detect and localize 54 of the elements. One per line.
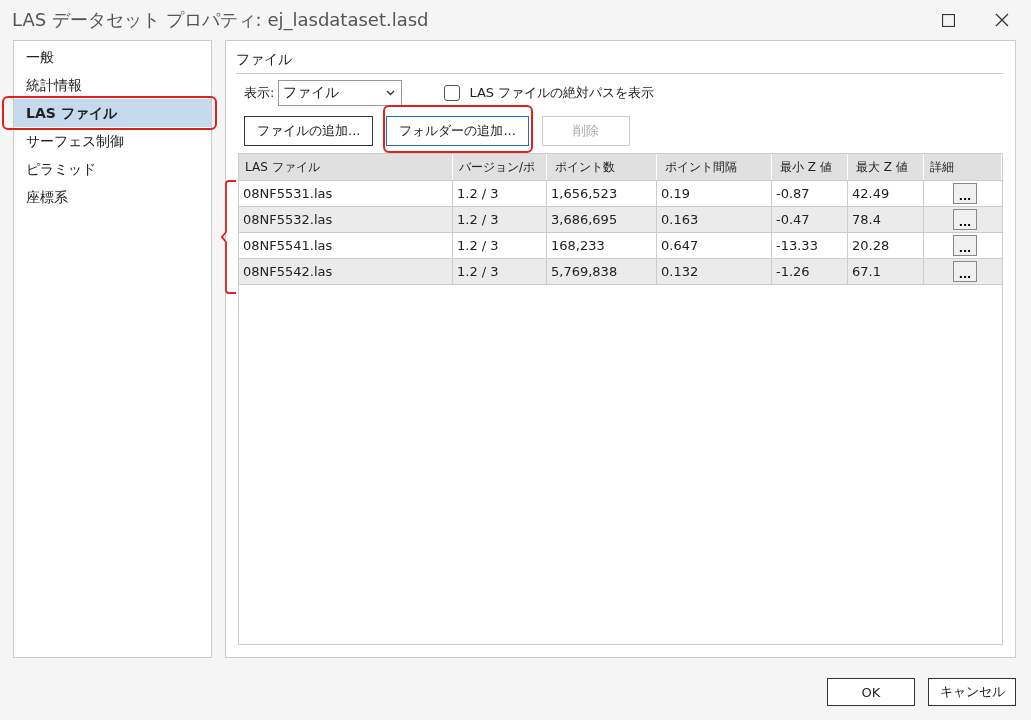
sidebar-item[interactable]: サーフェス制御 <box>14 127 211 155</box>
column-header[interactable]: バージョン/ポ <box>453 154 547 180</box>
sidebar-item[interactable]: 統計情報 <box>14 71 211 99</box>
dialog-button[interactable]: キャンセル <box>928 678 1016 706</box>
sidebar-item[interactable]: 一般 <box>14 43 211 71</box>
table-cell: 5,769,838 <box>547 259 657 284</box>
sidebar-item[interactable]: ピラミッド <box>14 155 211 183</box>
table-cell: 08NF5541.las <box>239 233 453 258</box>
dialog-button[interactable]: OK <box>827 678 915 706</box>
table-cell: 0.163 <box>657 207 772 232</box>
maximize-icon[interactable] <box>942 13 955 27</box>
table-cell: 3,686,695 <box>547 207 657 232</box>
table-cell: -1.26 <box>772 259 848 284</box>
table-cell: 08NF5542.las <box>239 259 453 284</box>
details-button[interactable]: ... <box>953 209 977 230</box>
table-cell: -0.87 <box>772 181 848 206</box>
checkbox[interactable] <box>444 85 461 101</box>
table-cell: 0.19 <box>657 181 772 206</box>
table-cell: 08NF5531.las <box>239 181 453 206</box>
table-cell: 1.2 / 3 <box>453 233 547 258</box>
table-cell: 1,656,523 <box>547 181 657 206</box>
table-cell: 1.2 / 3 <box>453 259 547 284</box>
sidebar-item[interactable]: 座標系 <box>14 183 211 211</box>
display-dropdown[interactable]: ファイル <box>278 80 403 106</box>
column-header[interactable]: ポイント間隔 <box>657 154 772 180</box>
table-cell: 0.132 <box>657 259 772 284</box>
caret-icon <box>386 90 396 96</box>
table-cell: 0.647 <box>657 233 772 258</box>
table-cell: -0.47 <box>772 207 848 232</box>
display-label: 表示: <box>244 84 275 102</box>
column-header[interactable]: LAS ファイル <box>239 154 453 180</box>
close-icon[interactable] <box>995 13 1009 27</box>
window-title: LAS データセット プロパティ: ej_lasdataset.lasd <box>12 8 429 32</box>
column-header[interactable]: 詳細 <box>924 154 1002 180</box>
table-cell: 42.49 <box>848 181 924 206</box>
checkbox-label: LAS ファイルの絶対パスを表示 <box>469 84 655 102</box>
table-cell: -13.33 <box>772 233 848 258</box>
column-header[interactable]: ポイント数 <box>547 154 657 180</box>
details-button[interactable]: ... <box>953 235 977 256</box>
table-cell: 78.4 <box>848 207 924 232</box>
sidebar-item[interactable]: LAS ファイル <box>14 99 211 127</box>
section-title: ファイル <box>236 51 293 69</box>
table-cell: 67.1 <box>848 259 924 284</box>
table-cell: 08NF5532.las <box>239 207 453 232</box>
table-cell: 1.2 / 3 <box>453 207 547 232</box>
action-button[interactable]: フォルダーの追加... <box>386 116 529 146</box>
details-button[interactable]: ... <box>953 183 977 204</box>
table-cell: 20.28 <box>848 233 924 258</box>
column-header[interactable]: 最大 Z 値 <box>848 154 924 180</box>
action-button[interactable]: ファイルの追加... <box>244 116 374 146</box>
table-cell: 168,233 <box>547 233 657 258</box>
table-cell: 1.2 / 3 <box>453 181 547 206</box>
details-button[interactable]: ... <box>953 261 977 282</box>
column-header[interactable]: 最小 Z 値 <box>772 154 848 180</box>
